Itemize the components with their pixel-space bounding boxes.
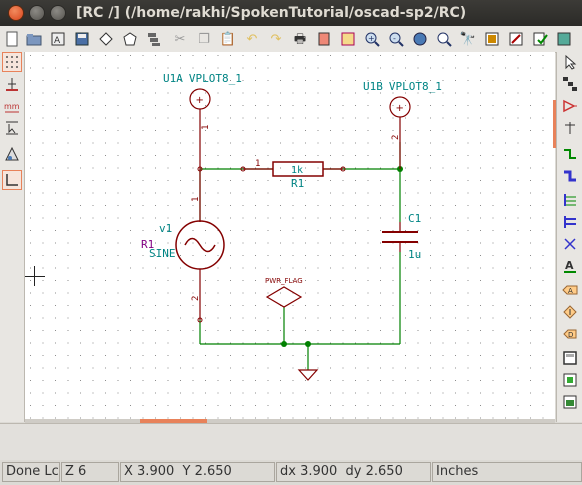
hierarchy-navigator-icon[interactable]	[120, 29, 140, 49]
pin-number: 1	[191, 197, 201, 202]
component-u1a[interactable]: + U1A VPLOT8_1 1	[163, 72, 242, 172]
open-icon[interactable]	[24, 29, 44, 49]
footprint-editor-icon[interactable]	[506, 29, 526, 49]
units-mm-icon[interactable]: mm	[2, 96, 22, 116]
junction-icon[interactable]	[281, 341, 287, 347]
netlist-icon[interactable]	[314, 29, 334, 49]
import-pin-icon[interactable]	[560, 348, 580, 368]
c1-value: 1u	[408, 248, 421, 261]
status-zoom: Z 6	[61, 462, 119, 482]
component-pwr-flag[interactable]: PWR_FLAG	[265, 277, 303, 308]
component-c1[interactable]: C1 1u	[382, 212, 421, 261]
pin-number: 1	[201, 125, 211, 130]
paste-icon[interactable]: 📋	[218, 29, 238, 49]
schematic-drawing[interactable]: + U1A VPLOT8_1 1 + U1B VPLOT8_1 2 1k R1 1	[25, 52, 555, 420]
zoom-redraw-icon[interactable]	[410, 29, 430, 49]
orthogonal-wire-icon[interactable]	[2, 170, 22, 190]
undo-icon[interactable]: ↶	[242, 29, 262, 49]
junction-icon[interactable]	[305, 341, 311, 347]
svg-text:A: A	[568, 287, 573, 295]
svg-text:A: A	[565, 259, 574, 272]
redo-icon[interactable]: ↷	[266, 29, 286, 49]
zoom-out-icon[interactable]: -	[386, 29, 406, 49]
pcb-icon[interactable]	[554, 29, 574, 49]
r1-reference: R1	[291, 177, 304, 190]
annotate-icon[interactable]: A	[48, 29, 68, 49]
cursor-shape-icon[interactable]	[2, 118, 22, 138]
save-icon[interactable]	[72, 29, 92, 49]
u1a-reference: U1A VPLOT8_1	[163, 72, 242, 85]
bus-to-bus-icon[interactable]	[560, 212, 580, 232]
minimize-icon[interactable]	[29, 5, 45, 21]
component-r1[interactable]: 1k R1 1	[240, 159, 346, 190]
zoom-in-icon[interactable]: +	[362, 29, 382, 49]
window-title: [RC /] (/home/rakhi/SpokenTutorial/oscad…	[76, 5, 467, 21]
grid-dots	[30, 55, 544, 419]
add-image-icon[interactable]	[560, 392, 580, 412]
add-power-icon[interactable]	[560, 118, 580, 138]
svg-text:+: +	[196, 95, 204, 106]
main-toolbar: A ✂ ❐ 📋 ↶ ↷ 🖶 + - 🔭	[0, 26, 582, 53]
sheet-pin-icon[interactable]	[560, 370, 580, 390]
cut-icon[interactable]: ✂	[170, 29, 190, 49]
title-bar: [RC /] (/home/rakhi/SpokenTutorial/oscad…	[0, 0, 582, 26]
units-inches-icon[interactable]	[2, 74, 22, 94]
maximize-icon[interactable]	[50, 5, 66, 21]
close-icon[interactable]	[8, 5, 24, 21]
page-settings-icon[interactable]	[96, 29, 116, 49]
u1b-reference: U1B VPLOT8_1	[363, 80, 442, 93]
ground-symbol[interactable]	[297, 369, 319, 381]
left-toolbar: mm	[0, 52, 25, 422]
add-bus-icon[interactable]	[560, 166, 580, 186]
r1-value: 1k	[291, 165, 303, 176]
crosshair-cursor	[25, 276, 45, 277]
status-message: Done Lc	[2, 462, 60, 482]
pin-number: 1	[255, 159, 260, 169]
copy-icon[interactable]: ❐	[194, 29, 214, 49]
junctions	[281, 166, 403, 347]
zoom-fit-icon[interactable]	[434, 29, 454, 49]
add-wire-icon[interactable]	[560, 144, 580, 164]
hierarchy-icon[interactable]	[560, 74, 580, 94]
schematic-canvas[interactable]: + U1A VPLOT8_1 1 + U1B VPLOT8_1 2 1k R1 1	[25, 52, 555, 420]
hierarchical-label-icon[interactable]	[560, 302, 580, 322]
v1-reference: v1	[159, 222, 172, 235]
no-connect-icon[interactable]	[560, 234, 580, 254]
add-component-icon[interactable]	[560, 96, 580, 116]
status-units: Inches	[432, 462, 582, 482]
hierarchical-sheet-icon[interactable]: D	[560, 324, 580, 344]
c1-reference: C1	[408, 212, 421, 225]
wire-to-bus-icon[interactable]	[560, 190, 580, 210]
v1-value: SINE	[149, 247, 176, 260]
select-arrow-icon[interactable]	[560, 52, 580, 72]
svg-text:A: A	[54, 36, 61, 46]
pin-number: 2	[191, 296, 201, 301]
status-coordinates: X 3.900 Y 2.650	[120, 462, 275, 482]
message-panel	[0, 423, 582, 460]
print-icon[interactable]: 🖶	[290, 29, 310, 49]
new-sheet-icon[interactable]	[2, 29, 22, 49]
svg-text:+: +	[396, 103, 404, 114]
status-delta: dx 3.900 dy 2.650	[276, 462, 431, 482]
library-browser-icon[interactable]	[482, 29, 502, 49]
component-v1[interactable]: v1 R1 SINE 1 2	[141, 169, 225, 323]
net-label-icon[interactable]: A	[560, 256, 580, 276]
pwr-flag-label: PWR_FLAG	[265, 277, 303, 285]
svg-text:+: +	[368, 34, 375, 43]
crosshair-cursor	[34, 266, 35, 286]
grid-toggle-icon[interactable]	[2, 52, 22, 72]
erc-icon[interactable]	[530, 29, 550, 49]
status-bar: Done Lc Z 6 X 3.900 Y 2.650 dx 3.900 dy …	[0, 460, 582, 485]
svg-text:mm: mm	[4, 102, 20, 111]
right-toolbar: A A D	[556, 52, 582, 422]
pin-number: 2	[391, 135, 401, 140]
bom-icon[interactable]	[338, 29, 358, 49]
svg-text:D: D	[568, 331, 573, 339]
svg-text:-: -	[393, 34, 396, 43]
hidden-pins-icon[interactable]	[2, 144, 22, 164]
library-stack-icon[interactable]	[144, 29, 164, 49]
global-label-icon[interactable]: A	[560, 280, 580, 300]
find-icon[interactable]: 🔭	[458, 29, 478, 49]
